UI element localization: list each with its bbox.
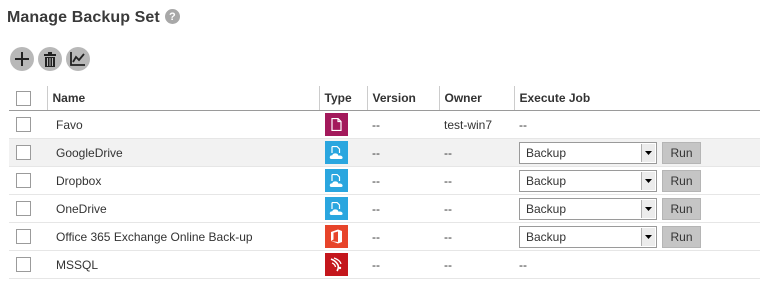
delete-button[interactable] xyxy=(38,47,62,71)
backup-set-table: Name Type Version Owner Execute Job Favo xyxy=(9,86,760,279)
job-type-select[interactable]: Backup xyxy=(519,169,657,192)
column-header-name[interactable]: Name xyxy=(46,86,319,111)
cloud-file-icon xyxy=(325,197,348,220)
job-type-select[interactable]: Backup xyxy=(519,197,657,220)
job-type-select[interactable]: Backup xyxy=(519,141,657,164)
help-icon[interactable]: ? xyxy=(164,9,180,24)
row-checkbox[interactable] xyxy=(16,201,31,216)
manage-backup-set-page: Manage Backup Set ? Name Type Version Ow… xyxy=(0,0,766,284)
cloud-file-icon xyxy=(325,169,348,192)
row-checkbox[interactable] xyxy=(16,229,31,244)
owner-value: -- xyxy=(439,138,514,167)
run-button[interactable]: Run xyxy=(662,197,701,220)
execute-job-value: -- xyxy=(514,250,760,279)
select-all-checkbox[interactable] xyxy=(16,90,31,106)
table-row[interactable]: Favo -- test-win7 -- xyxy=(9,110,760,139)
column-header-type[interactable]: Type xyxy=(318,86,367,111)
column-header-version[interactable]: Version xyxy=(366,86,439,111)
row-checkbox[interactable] xyxy=(16,173,31,188)
owner-value: -- xyxy=(439,166,514,195)
version-value: -- xyxy=(367,166,439,195)
run-button[interactable]: Run xyxy=(662,225,701,248)
dropdown-arrow-icon xyxy=(641,227,655,246)
column-header-execute-job: Execute Job xyxy=(513,86,760,111)
row-checkbox[interactable] xyxy=(16,145,31,160)
owner-value: -- xyxy=(439,222,514,251)
report-button[interactable] xyxy=(66,47,90,71)
select-all-header xyxy=(9,86,47,111)
chart-icon xyxy=(70,52,85,66)
owner-value: -- xyxy=(439,250,514,279)
title-row: Manage Backup Set ? xyxy=(7,8,180,28)
table-row[interactable]: Dropbox -- -- Backup Run xyxy=(9,166,760,195)
table-row[interactable]: MSSQL -- -- -- xyxy=(9,250,760,279)
table-row[interactable]: Office 365 Exchange Online Back-up -- --… xyxy=(9,222,760,251)
mssql-icon xyxy=(325,253,348,276)
page-title: Manage Backup Set xyxy=(7,9,160,26)
office365-icon xyxy=(325,225,348,248)
run-button[interactable]: Run xyxy=(662,141,701,164)
version-value: -- xyxy=(367,138,439,167)
toolbar xyxy=(10,47,90,71)
dropdown-arrow-icon xyxy=(641,199,655,218)
column-header-owner[interactable]: Owner xyxy=(438,86,514,111)
cloud-file-icon xyxy=(325,141,348,164)
execute-job-value: -- xyxy=(514,110,760,139)
version-value: -- xyxy=(367,194,439,223)
owner-value: -- xyxy=(439,194,514,223)
backup-set-name[interactable]: Office 365 Exchange Online Back-up xyxy=(47,222,319,251)
trash-icon xyxy=(44,51,56,67)
add-button[interactable] xyxy=(10,47,34,71)
backup-set-name[interactable]: Favo xyxy=(47,110,319,139)
backup-set-name[interactable]: OneDrive xyxy=(47,194,319,223)
owner-value: test-win7 xyxy=(439,110,514,139)
backup-set-name[interactable]: MSSQL xyxy=(47,250,319,279)
table-row[interactable]: GoogleDrive -- -- Backup Run xyxy=(9,138,760,167)
version-value: -- xyxy=(367,222,439,251)
file-icon xyxy=(325,113,348,136)
run-button[interactable]: Run xyxy=(662,169,701,192)
backup-set-name[interactable]: GoogleDrive xyxy=(47,138,319,167)
table-row[interactable]: OneDrive -- -- Backup Run xyxy=(9,194,760,223)
version-value: -- xyxy=(367,250,439,279)
table-header-row: Name Type Version Owner Execute Job xyxy=(9,86,760,111)
backup-set-name[interactable]: Dropbox xyxy=(47,166,319,195)
dropdown-arrow-icon xyxy=(641,171,655,190)
row-checkbox[interactable] xyxy=(16,117,31,132)
dropdown-arrow-icon xyxy=(641,143,655,162)
job-type-select[interactable]: Backup xyxy=(519,225,657,248)
add-icon xyxy=(15,52,29,66)
row-checkbox[interactable] xyxy=(16,257,31,272)
version-value: -- xyxy=(367,110,439,139)
